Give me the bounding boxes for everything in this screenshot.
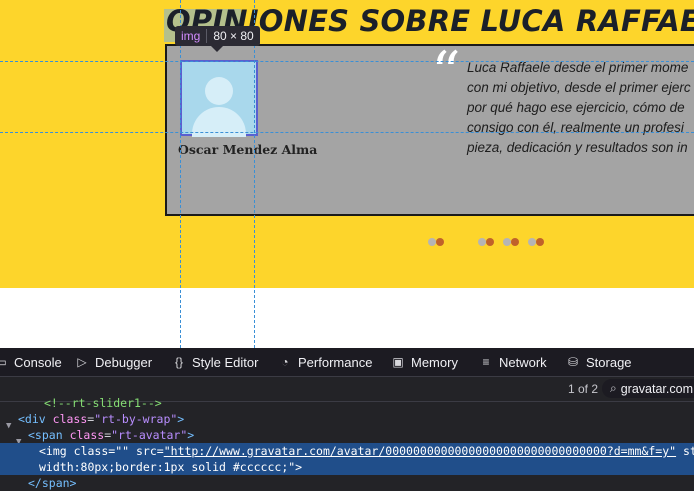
inspector-guide-line xyxy=(0,61,694,62)
node-text: </span> xyxy=(28,476,77,490)
style-editor-icon: {} xyxy=(174,355,183,369)
tab-label: Performance xyxy=(298,354,373,370)
devtools-panel: ▭ Console ▷ Debugger {} Style Editor ◔ P… xyxy=(0,348,694,491)
tooltip-arrow xyxy=(211,46,223,52)
inspector-tooltip: img 80 × 80 xyxy=(175,26,260,46)
markup-node-selected-continued[interactable]: width:80px;border:1px solid #cccccc;"> xyxy=(0,459,694,475)
tab-style-editor[interactable]: {} Style Editor xyxy=(172,348,259,376)
inspector-guide-line xyxy=(0,132,694,133)
slider-dot[interactable] xyxy=(478,238,486,246)
tooltip-dimensions: 80 × 80 xyxy=(213,29,254,43)
slider-dot-active[interactable] xyxy=(511,238,519,246)
memory-icon: ▣ xyxy=(392,355,404,369)
tab-performance[interactable]: ◔ Performance xyxy=(278,348,372,376)
quote-icon: “ xyxy=(431,39,461,107)
slider-dot-active[interactable] xyxy=(486,238,494,246)
expand-toggle-icon[interactable]: ▼ xyxy=(6,418,11,434)
slider-pagination xyxy=(0,238,694,248)
html-search-input[interactable] xyxy=(620,381,694,396)
html-comment: <!--rt-slider1--> xyxy=(44,396,162,410)
tab-storage[interactable]: ⛁ Storage xyxy=(566,348,632,376)
tab-label: Console xyxy=(14,354,62,370)
tab-network[interactable]: ≡ Network xyxy=(479,348,547,376)
inspector-guide-line xyxy=(254,0,255,348)
avatar-head-icon xyxy=(205,77,233,105)
tab-label: Style Editor xyxy=(192,354,259,370)
testimonial-line: por qué hago ese ejercicio, cómo de xyxy=(467,100,685,115)
search-icon: ⌕ xyxy=(610,381,617,395)
inspector-guide-line xyxy=(180,0,181,348)
testimonial-text: Luca Raffaele desde el primer mome con m… xyxy=(467,58,694,158)
console-icon: ▭ xyxy=(0,355,7,369)
markup-node[interactable]: </span> xyxy=(0,475,694,491)
tab-console[interactable]: ▭ Console xyxy=(0,348,62,376)
tab-debugger[interactable]: ▷ Debugger xyxy=(75,348,152,376)
author-name: Oscar Mendez Alma xyxy=(178,142,318,157)
performance-icon: ◔ xyxy=(281,355,289,369)
tab-label: Network xyxy=(499,354,547,370)
node-text: <span class="rt-avatar"> xyxy=(28,428,195,442)
tab-label: Storage xyxy=(586,354,632,370)
tab-label: Debugger xyxy=(95,354,153,370)
node-text: <img class="" src="http://www.gravatar.c… xyxy=(39,444,694,458)
markup-node-selected[interactable]: <img class="" src="http://www.gravatar.c… xyxy=(0,443,694,459)
slider-dot[interactable] xyxy=(503,238,511,246)
tab-label: Memory xyxy=(411,354,458,370)
tooltip-tag: img xyxy=(181,29,201,43)
devtools-tab-bar: ▭ Console ▷ Debugger {} Style Editor ◔ P… xyxy=(0,348,694,377)
webpage-viewport: OPINIONES SOBRE LUCA RAFFAELE “ Luca Raf… xyxy=(0,0,694,348)
tab-memory[interactable]: ▣ Memory xyxy=(391,348,458,376)
avatar[interactable] xyxy=(180,60,258,137)
network-icon: ≡ xyxy=(482,355,490,369)
search-match-count: 1 of 2 xyxy=(568,382,599,396)
testimonial-line: consigo con él, realmente un profesi xyxy=(467,120,684,135)
slider-dot-active[interactable] xyxy=(536,238,544,246)
slider-dot[interactable] xyxy=(528,238,536,246)
slider-dot-active[interactable] xyxy=(436,238,444,246)
slider-dot[interactable] xyxy=(428,238,436,246)
storage-icon: ⛁ xyxy=(567,355,579,369)
html-search-box[interactable]: ⌕ xyxy=(602,379,694,398)
debugger-icon: ▷ xyxy=(77,355,87,369)
markup-view: <!--rt-slider1--> ▼ <div class="rt-by-wr… xyxy=(0,396,694,498)
testimonial-line: con mi objetivo, desde el primer ejerc xyxy=(467,80,691,95)
node-text: <div class="rt-by-wrap"> xyxy=(18,412,185,426)
testimonial-line: pieza, dedicación y resultados son in xyxy=(467,140,688,155)
node-text: width:80px;border:1px solid #cccccc;"> xyxy=(39,460,303,474)
